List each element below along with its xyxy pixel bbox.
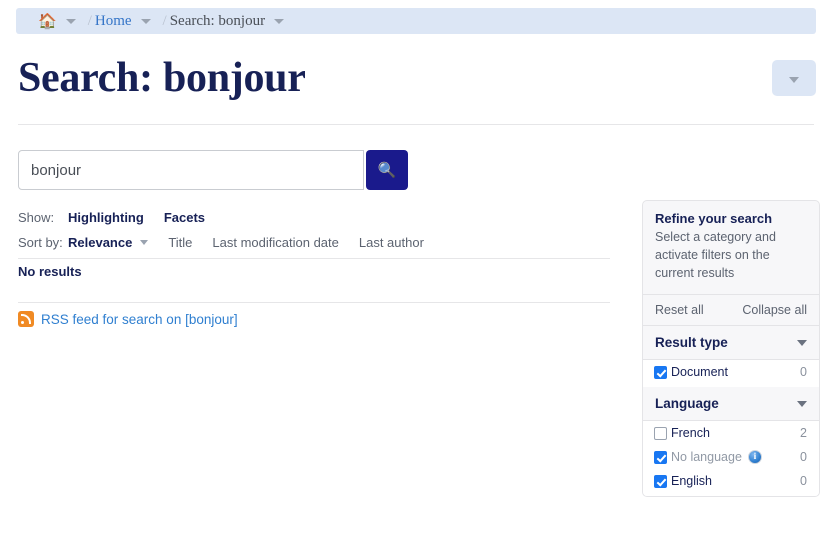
chevron-down-icon bbox=[789, 76, 799, 83]
sort-option-last-modification-date[interactable]: Last modification date bbox=[212, 235, 338, 250]
facet-item-no-language[interactable]: No language i 0 bbox=[643, 445, 819, 469]
sort-options-row: Sort by: Relevance Title Last modificati… bbox=[18, 235, 444, 250]
facet-item-label: English bbox=[671, 474, 712, 489]
checkbox-no-language[interactable] bbox=[654, 450, 667, 464]
checkbox-english[interactable] bbox=[654, 474, 667, 488]
show-option-facets[interactable]: Facets bbox=[164, 210, 205, 225]
facet-item-count: 2 bbox=[800, 426, 807, 441]
facet-section-header-language[interactable]: Language bbox=[643, 387, 819, 422]
no-results-message: No results bbox=[18, 264, 82, 279]
chevron-down-icon bbox=[797, 400, 807, 407]
checkbox-french[interactable] bbox=[654, 426, 667, 440]
facet-item-label: No language bbox=[671, 450, 742, 465]
sort-option-title[interactable]: Title bbox=[168, 235, 192, 250]
home-icon[interactable]: 🏠 bbox=[38, 14, 57, 29]
refine-search-description: Select a category and activate filters o… bbox=[655, 230, 776, 280]
rss-feed-link[interactable]: RSS feed for search on [bonjour] bbox=[41, 312, 238, 327]
breadcrumb-home-menu-icon[interactable] bbox=[140, 18, 151, 24]
page-actions-button[interactable] bbox=[772, 60, 816, 96]
facet-item-count: 0 bbox=[800, 450, 807, 465]
reset-all-button[interactable]: Reset all bbox=[655, 303, 704, 317]
results-divider bbox=[18, 302, 610, 303]
page-title: Search: bonjour bbox=[18, 55, 306, 101]
breadcrumb-separator-2: / bbox=[162, 12, 167, 29]
facet-section-title: Language bbox=[655, 396, 719, 412]
facet-item-french[interactable]: French 2 bbox=[643, 421, 819, 445]
chevron-down-icon bbox=[797, 339, 807, 346]
refine-search-header: Refine your search Select a category and… bbox=[643, 201, 819, 294]
title-divider bbox=[18, 124, 814, 125]
facet-actions-row: Reset all Collapse all bbox=[643, 294, 819, 327]
facet-section-title: Result type bbox=[655, 335, 728, 351]
rss-icon bbox=[18, 311, 34, 327]
rss-feed-row: RSS feed for search on [bonjour] bbox=[18, 311, 238, 327]
collapse-all-button[interactable]: Collapse all bbox=[742, 303, 807, 317]
facet-item-english[interactable]: English 0 bbox=[643, 469, 819, 496]
checkbox-document[interactable] bbox=[654, 365, 667, 379]
breadcrumb: 🏠 / Home / Search: bonjour bbox=[16, 8, 816, 34]
info-icon[interactable]: i bbox=[747, 450, 762, 465]
facet-section-result-type: Result type Document 0 bbox=[643, 326, 819, 388]
sort-divider bbox=[18, 258, 610, 259]
facet-item-document[interactable]: Document 0 bbox=[643, 360, 819, 387]
facet-item-count: 0 bbox=[800, 474, 807, 489]
facet-section-language: Language French 2 No language i 0 Englis… bbox=[643, 387, 819, 497]
search-input[interactable] bbox=[18, 150, 364, 190]
breadcrumb-home-dropdown-icon[interactable] bbox=[65, 18, 76, 24]
facet-item-count: 0 bbox=[800, 365, 807, 380]
show-options-row: Show: Highlighting Facets bbox=[18, 210, 225, 225]
show-option-highlighting[interactable]: Highlighting bbox=[68, 210, 144, 225]
breadcrumb-current-menu-icon[interactable] bbox=[274, 18, 285, 24]
breadcrumb-item-home[interactable]: Home bbox=[95, 13, 132, 30]
breadcrumb-separator: / bbox=[87, 12, 92, 29]
search-form: 🔍 bbox=[18, 150, 408, 190]
sort-direction-icon[interactable] bbox=[140, 240, 149, 245]
refine-search-title: Refine your search bbox=[655, 211, 773, 226]
breadcrumb-item-current: Search: bonjour bbox=[169, 12, 266, 29]
facet-item-list: Document 0 bbox=[643, 360, 819, 388]
sort-option-relevance[interactable]: Relevance bbox=[68, 235, 132, 250]
search-submit-button[interactable]: 🔍 bbox=[366, 150, 408, 190]
facet-item-label: Document bbox=[671, 365, 728, 380]
facet-item-label: French bbox=[671, 426, 710, 441]
facet-section-header-result-type[interactable]: Result type bbox=[643, 326, 819, 361]
sort-option-last-author[interactable]: Last author bbox=[359, 235, 424, 250]
facet-item-list: French 2 No language i 0 English 0 bbox=[643, 421, 819, 497]
show-label: Show: bbox=[18, 210, 55, 225]
refine-search-panel: Refine your search Select a category and… bbox=[642, 200, 820, 498]
sort-label: Sort by: bbox=[18, 235, 63, 250]
search-icon: 🔍 bbox=[377, 162, 397, 179]
